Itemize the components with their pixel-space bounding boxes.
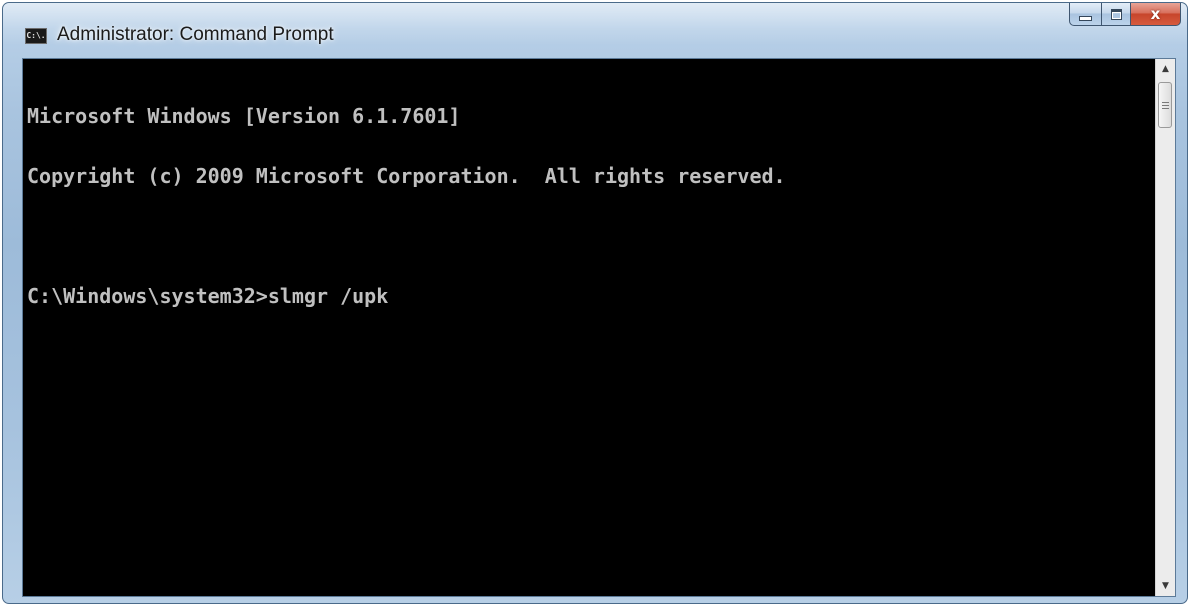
maximize-button[interactable] xyxy=(1101,3,1131,26)
scroll-up-arrow-icon[interactable]: ▲ xyxy=(1156,59,1175,79)
console-prompt-line[interactable]: C:\Windows\system32>slmgr /upk xyxy=(27,286,1155,306)
vertical-scrollbar[interactable]: ▲ ▼ xyxy=(1155,59,1175,596)
console-output[interactable]: Microsoft Windows [Version 6.1.7601] Cop… xyxy=(23,59,1155,596)
scroll-down-arrow-icon[interactable]: ▼ xyxy=(1156,576,1175,596)
minimize-icon xyxy=(1079,15,1092,21)
minimize-button[interactable] xyxy=(1069,3,1101,26)
close-icon: x xyxy=(1150,4,1161,23)
console-line: Microsoft Windows [Version 6.1.7601] xyxy=(27,104,461,128)
cmd-icon[interactable]: C:\. xyxy=(25,28,47,44)
command-prompt-window: C:\. Administrator: Command Prompt x Mic… xyxy=(2,2,1188,604)
window-title: Administrator: Command Prompt xyxy=(57,24,334,45)
close-button[interactable]: x xyxy=(1131,3,1181,26)
console-area[interactable]: Microsoft Windows [Version 6.1.7601] Cop… xyxy=(22,58,1176,597)
console-line: Copyright (c) 2009 Microsoft Corporation… xyxy=(27,164,786,188)
title-bar[interactable]: C:\. Administrator: Command Prompt xyxy=(3,3,1187,55)
maximize-icon xyxy=(1110,8,1122,20)
grip-icon xyxy=(1161,101,1169,109)
caption-buttons: x xyxy=(1069,3,1181,27)
scroll-thumb[interactable] xyxy=(1158,82,1172,128)
